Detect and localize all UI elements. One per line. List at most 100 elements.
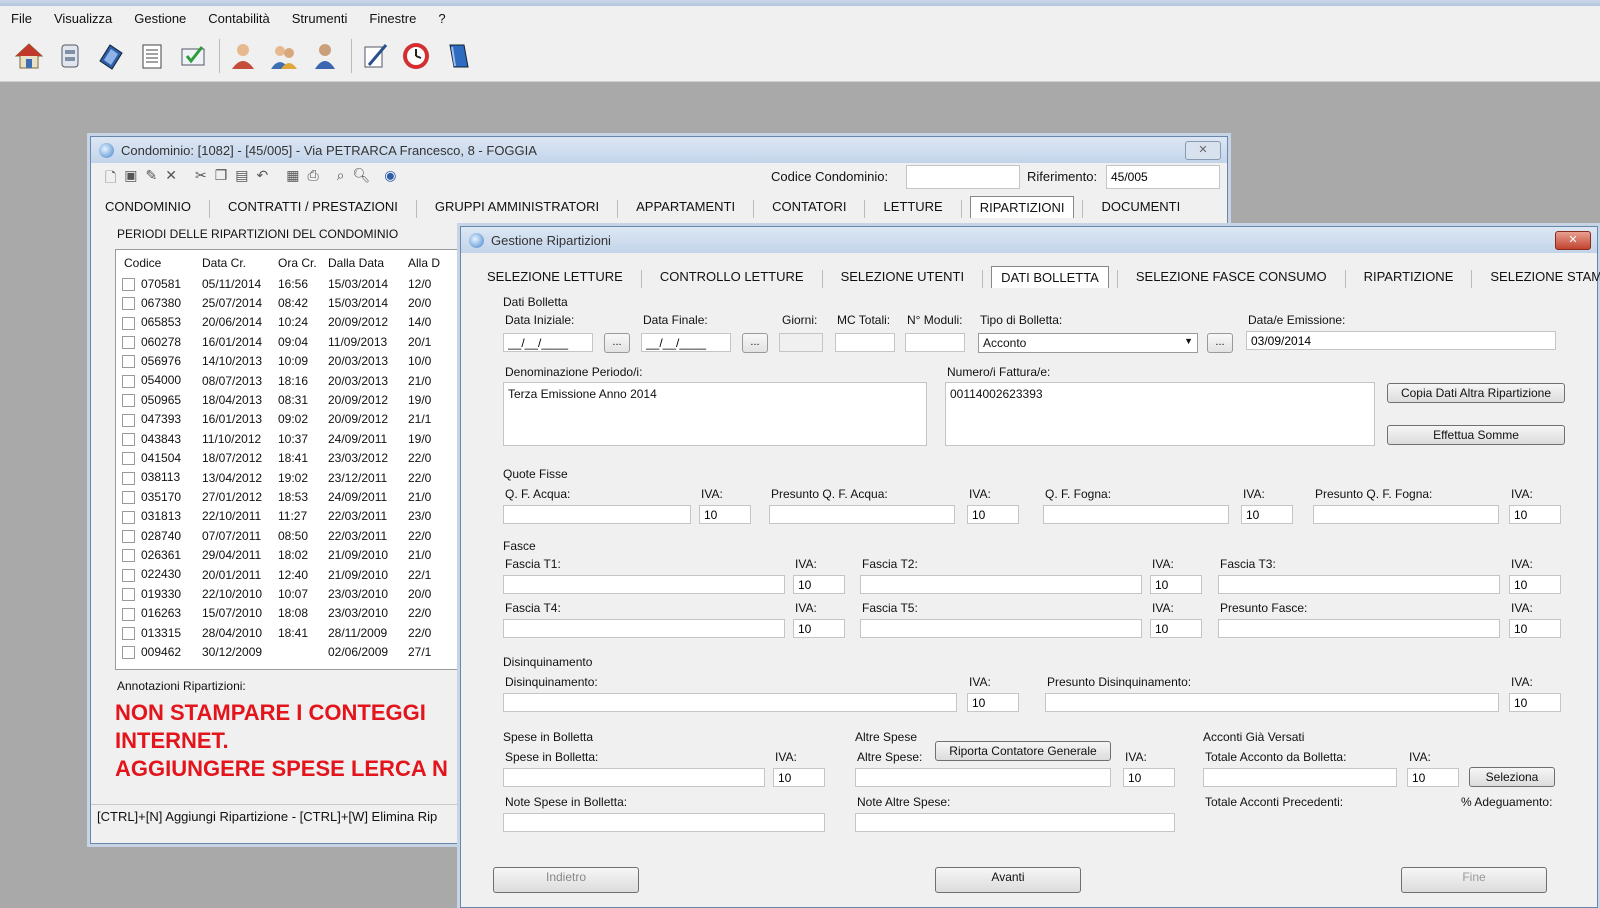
row-checkbox[interactable] [122, 568, 135, 582]
tipo-bolletta-select[interactable]: Acconto ▼ [978, 333, 1198, 353]
qf-fogna-iva-input[interactable] [1241, 505, 1293, 524]
column-header-ora-cr[interactable]: Ora Cr. [278, 252, 328, 274]
archive-icon[interactable] [53, 39, 87, 73]
row-checkbox[interactable] [122, 529, 135, 543]
table-row[interactable]: 009462 30/12/2009 02/06/2009 27/1 [116, 642, 446, 661]
data-emissione-input[interactable] [1246, 331, 1556, 350]
tab-ripartizione[interactable]: RIPARTIZIONE [1354, 265, 1464, 288]
annotazioni-text[interactable]: NON STAMPARE I CONTEGGI INTERNET. AGGIUN… [115, 699, 465, 783]
undo-icon[interactable]: ↶ [257, 167, 269, 191]
tab-documenti[interactable]: DOCUMENTI [1091, 195, 1190, 218]
tab-condominio[interactable]: CONDOMINIO [95, 195, 201, 218]
delete-icon[interactable]: ✕ [165, 167, 177, 191]
print-icon[interactable]: ⎙ [307, 167, 318, 191]
column-header-data-cr[interactable]: Data Cr. [202, 252, 278, 274]
ledger-icon[interactable] [135, 39, 169, 73]
giorni-input[interactable] [779, 333, 823, 352]
fascia-t2-input[interactable] [860, 575, 1142, 594]
menu-contabilita[interactable]: Contabilità [197, 11, 280, 26]
presunto-qf-fogna-input[interactable] [1313, 505, 1499, 524]
new-document-icon[interactable]: 🗋 [105, 167, 116, 191]
table-row[interactable]: 054000 08/07/2013 18:16 20/03/2013 21/0 [116, 371, 446, 390]
fascia-t1-input[interactable] [503, 575, 785, 594]
clock-icon[interactable] [399, 39, 433, 73]
tab-selezione-stampa[interactable]: SELEZIONE STAMPA [1480, 265, 1600, 288]
copy-icon[interactable]: ❐ [215, 167, 228, 191]
note-spese-input[interactable] [503, 813, 825, 832]
row-checkbox[interactable] [122, 588, 135, 602]
tab-selezione-letture[interactable]: SELEZIONE LETTURE [477, 265, 633, 288]
data-finale-input[interactable] [641, 333, 731, 352]
home-icon[interactable] [12, 39, 46, 73]
table-row[interactable]: 070581 05/11/2014 16:56 15/03/2014 12/0 [116, 274, 446, 293]
codice-condominio-input[interactable] [906, 165, 1020, 189]
tab-contatori[interactable]: CONTATORI [762, 195, 856, 218]
row-checkbox[interactable] [122, 413, 135, 427]
fascia-t1-iva-input[interactable] [793, 575, 845, 594]
row-checkbox[interactable] [122, 432, 135, 446]
altre-spese-input[interactable] [855, 768, 1111, 787]
note-altre-spese-input[interactable] [855, 813, 1175, 832]
row-checkbox[interactable] [122, 646, 135, 660]
data-finale-picker-button[interactable]: ... [742, 333, 768, 353]
save-icon[interactable]: ▣ [124, 167, 137, 191]
row-checkbox[interactable] [122, 336, 135, 350]
disinquinamento-input[interactable] [503, 693, 957, 712]
find-icon[interactable]: ⌕ [337, 167, 345, 191]
table-row[interactable]: 038113 13/04/2012 19:02 23/12/2011 22/0 [116, 468, 446, 487]
row-checkbox[interactable] [122, 452, 135, 466]
cut-icon[interactable]: ✂ [195, 167, 207, 191]
table-row[interactable]: 041504 18/07/2012 18:41 23/03/2012 22/0 [116, 449, 446, 468]
fascia-t5-iva-input[interactable] [1150, 619, 1202, 638]
table-row[interactable]: 047393 16/01/2013 09:02 20/09/2012 21/1 [116, 410, 446, 429]
books-icon[interactable] [94, 39, 128, 73]
column-header-dalla-data[interactable]: Dalla Data [328, 252, 408, 274]
table-row[interactable]: 019330 22/10/2010 10:07 23/03/2010 20/0 [116, 584, 446, 603]
column-header-codice[interactable]: Codice [116, 252, 202, 274]
tab-selezione-utenti[interactable]: SELEZIONE UTENTI [831, 265, 975, 288]
riporta-contatore-button[interactable]: Riporta Contatore Generale [935, 741, 1111, 761]
print-preview-icon[interactable]: ▦ [286, 167, 299, 191]
altre-spese-iva-input[interactable] [1123, 768, 1175, 787]
row-checkbox[interactable] [122, 549, 135, 563]
fascia-t4-iva-input[interactable] [793, 619, 845, 638]
row-checkbox[interactable] [122, 297, 135, 311]
indietro-button[interactable]: Indietro [493, 867, 639, 893]
spese-bolletta-iva-input[interactable] [773, 768, 825, 787]
table-row[interactable]: 056976 14/10/2013 10:09 20/03/2013 10/0 [116, 352, 446, 371]
tab-controllo-letture[interactable]: CONTROLLO LETTURE [650, 265, 814, 288]
tab-dati-bolletta[interactable]: DATI BOLLETTA [991, 266, 1109, 288]
copia-dati-button[interactable]: Copia Dati Altra Ripartizione [1387, 383, 1565, 403]
presunto-qf-acqua-input[interactable] [769, 505, 955, 524]
tab-selezione-fasce-consumo[interactable]: SELEZIONE FASCE CONSUMO [1126, 265, 1337, 288]
row-checkbox[interactable] [122, 626, 135, 640]
presunto-disinquinamento-input[interactable] [1045, 693, 1499, 712]
table-row[interactable]: 050965 18/04/2013 08:31 20/09/2012 19/0 [116, 390, 446, 409]
row-checkbox[interactable] [122, 355, 135, 369]
table-row[interactable]: 035170 27/01/2012 18:53 24/09/2011 21/0 [116, 487, 446, 506]
column-header-alla-data[interactable]: Alla D [408, 252, 446, 274]
row-checkbox[interactable] [122, 471, 135, 485]
mc-totali-input[interactable] [835, 333, 895, 352]
row-checkbox[interactable] [122, 491, 135, 505]
qf-fogna-input[interactable] [1043, 505, 1229, 524]
spese-bolletta-input[interactable] [503, 768, 765, 787]
fascia-t5-input[interactable] [860, 619, 1142, 638]
tab-contratti[interactable]: CONTRATTI / PRESTAZIONI [218, 195, 408, 218]
table-row[interactable]: 028740 07/07/2011 08:50 22/03/2011 22/0 [116, 526, 446, 545]
presunto-disinquinamento-iva-input[interactable] [1509, 693, 1561, 712]
table-row[interactable]: 060278 16/01/2014 09:04 11/09/2013 20/1 [116, 332, 446, 351]
paste-icon[interactable]: ▤ [235, 167, 248, 191]
table-row[interactable]: 031813 22/10/2011 11:27 22/03/2011 23/0 [116, 507, 446, 526]
table-row[interactable]: 022430 20/01/2011 12:40 21/09/2010 22/1 [116, 565, 446, 584]
table-row[interactable]: 043843 11/10/2012 10:37 24/09/2011 19/0 [116, 429, 446, 448]
presunto-fasce-input[interactable] [1218, 619, 1500, 638]
fascia-t2-iva-input[interactable] [1150, 575, 1202, 594]
presunto-qf-fogna-iva-input[interactable] [1509, 505, 1561, 524]
edit-record-icon[interactable]: ✎ [146, 167, 158, 191]
qf-acqua-iva-input[interactable] [699, 505, 751, 524]
qf-acqua-input[interactable] [503, 505, 691, 524]
tab-gruppi-amministratori[interactable]: GRUPPI AMMINISTRATORI [425, 195, 609, 218]
check-list-icon[interactable] [176, 39, 210, 73]
denominazione-textarea[interactable]: Terza Emissione Anno 2014 [503, 382, 927, 446]
